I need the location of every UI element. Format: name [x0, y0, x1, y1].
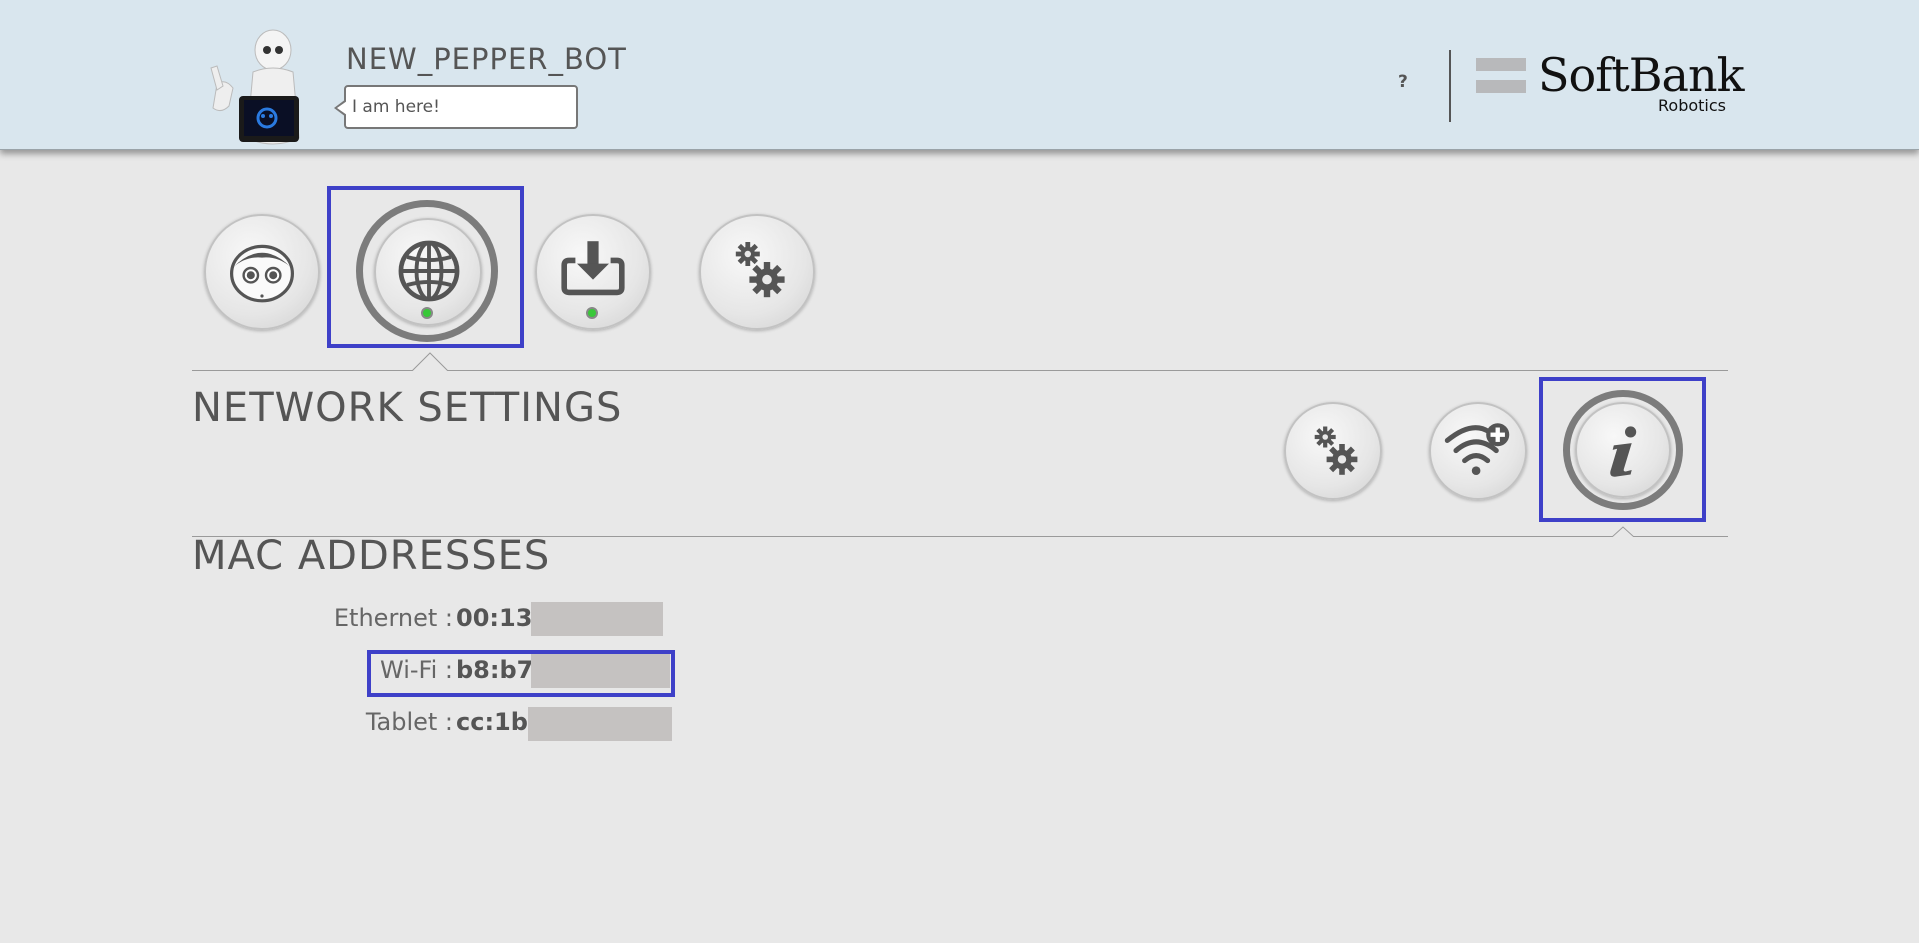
mac-wifi-value: b8:b7:	[456, 656, 543, 684]
nav-network-selected-ring	[356, 200, 498, 342]
mac-ethernet-value: 00:13:	[456, 604, 542, 632]
softbank-logo-icon	[1476, 58, 1526, 98]
mac-ethernet-redacted	[531, 602, 663, 636]
header-divider	[1449, 50, 1451, 122]
gears-icon	[1314, 426, 1358, 475]
top-nav-caret	[412, 352, 448, 371]
header-bar: NEW_PEPPER_BOT I am here! ? SoftBank Rob…	[0, 0, 1919, 150]
gears-icon	[735, 242, 785, 298]
wifi-add-icon	[1444, 423, 1510, 476]
nav-network-status-led	[421, 307, 433, 319]
mac-ethernet-label: Ethernet :	[333, 604, 453, 632]
nav-apps-status-led	[586, 307, 598, 319]
softbank-logo-text: SoftBank	[1538, 48, 1744, 102]
network-info-selected-ring	[1563, 390, 1683, 510]
network-config-button[interactable]	[1284, 402, 1382, 500]
softbank-logo: SoftBank Robotics	[1476, 48, 1744, 118]
network-sub-caret	[1612, 526, 1634, 537]
mac-wifi-label: Wi-Fi :	[380, 656, 453, 684]
robot-name: NEW_PEPPER_BOT	[346, 42, 627, 76]
help-button[interactable]: ?	[1398, 72, 1408, 92]
mac-tablet-value: cc:1b:	[456, 708, 538, 736]
mac-tablet-label: Tablet :	[365, 708, 453, 736]
nav-settings-button[interactable]	[699, 214, 815, 330]
softbank-logo-subtext: Robotics	[1658, 96, 1726, 115]
mac-addresses-title: MAC ADDRESSES	[192, 533, 551, 579]
robot-speech-bubble: I am here!	[334, 85, 578, 129]
robot-face-icon	[230, 244, 294, 303]
download-icon	[561, 241, 625, 296]
network-add-wifi-button[interactable]	[1429, 402, 1527, 500]
mac-wifi-redacted	[531, 654, 670, 688]
nav-robot-button[interactable]	[204, 214, 320, 330]
mac-tablet-redacted	[528, 707, 672, 741]
network-settings-title: NETWORK SETTINGS	[192, 385, 623, 431]
robot-avatar	[210, 29, 300, 145]
